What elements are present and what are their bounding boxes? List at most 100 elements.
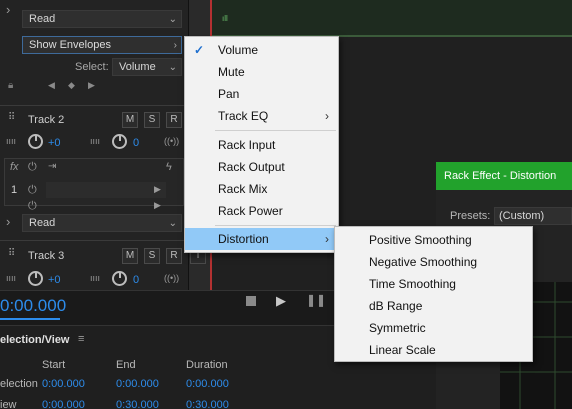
menu-item-label: Rack Input [218, 138, 276, 152]
stereo-icon[interactable]: ((•)) [164, 273, 179, 283]
chevron-down-icon: ⌄ [168, 14, 177, 25]
menu-item-positive-smoothing[interactable]: Positive Smoothing [335, 229, 532, 251]
track-2-volume-value[interactable]: +0 [48, 137, 61, 149]
menu-item-label: Symmetric [369, 321, 426, 335]
play-arrow-icon[interactable]: ▶ [154, 184, 161, 195]
expand-chevron-icon[interactable]: › [6, 214, 10, 229]
distortion-submenu: Positive Smoothing Negative Smoothing Ti… [334, 226, 533, 362]
add-keyframe-icon[interactable]: ◆ [68, 80, 75, 91]
play-icon[interactable]: ▶ [276, 293, 286, 309]
track-3-volume-knob[interactable] [28, 271, 43, 286]
track-3-pan-value[interactable]: 0 [133, 274, 139, 286]
power-icon[interactable]: ⏻ [28, 161, 37, 174]
menu-item-rack-power[interactable]: Rack Power [185, 200, 338, 222]
submenu-arrow-icon: › [325, 109, 329, 123]
track-3-name[interactable]: Track 3 [28, 250, 64, 262]
track-2-mute-button[interactable]: M [122, 112, 138, 128]
divider [0, 105, 188, 106]
selection-start[interactable]: 0:00.000 [42, 378, 85, 390]
menu-item-rack-output[interactable]: Rack Output [185, 156, 338, 178]
menu-item-symmetric[interactable]: Symmetric [335, 317, 532, 339]
track-3-pan-knob[interactable] [112, 271, 127, 286]
track-2-pan-knob[interactable] [112, 134, 127, 149]
show-envelopes-label: Show Envelopes [29, 39, 111, 51]
stop-icon[interactable] [246, 296, 256, 306]
menu-item-label: Mute [218, 65, 245, 79]
view-duration[interactable]: 0:30.000 [186, 399, 229, 409]
automation-mode-dropdown[interactable]: Read ⌄ [22, 10, 182, 28]
volume-meter-icon: ıııı [6, 136, 17, 146]
prev-keyframe-icon[interactable]: ◀ [48, 80, 55, 91]
menu-item-volume[interactable]: ✓ Volume [185, 39, 338, 61]
track-header-panel: › Read ⌄ Show Envelopes › Select: Volume ⌄ … [0, 0, 206, 290]
menu-item-db-range[interactable]: dB Range [335, 295, 532, 317]
track-2-volume-knob[interactable] [28, 134, 43, 149]
menu-item-label: Rack Power [218, 204, 283, 218]
fx-slot-1[interactable] [46, 182, 166, 198]
show-envelopes-dropdown[interactable]: Show Envelopes › [22, 36, 182, 54]
volume-meter-icon: ıııı [6, 273, 17, 283]
track-2-name[interactable]: Track 2 [28, 114, 64, 126]
menu-item-label: Track EQ [218, 109, 269, 123]
panel-menu-icon[interactable]: ≡ [78, 333, 84, 345]
expand-chevron-icon[interactable]: › [6, 2, 10, 17]
insert-icon[interactable]: ⇥ [48, 161, 56, 172]
track-2-record-button[interactable]: R [166, 112, 182, 128]
fx-slot-number: 1 [11, 184, 18, 196]
menu-item-label: Volume [218, 43, 259, 57]
select-label: Select: [75, 61, 109, 73]
presets-label: Presets: [450, 210, 491, 222]
menu-item-distortion[interactable]: Distortion › [185, 228, 338, 250]
time-display[interactable]: 0:00.000 [0, 296, 66, 316]
pause-icon[interactable]: ❚❚ [306, 293, 326, 307]
rack-effect-title: Rack Effect - Distortion [436, 162, 572, 190]
menu-item-label: Time Smoothing [369, 277, 456, 291]
menu-item-rack-mix[interactable]: Rack Mix [185, 178, 338, 200]
fx-slot-2-power-icon[interactable]: ⏻ [28, 200, 37, 213]
lightning-icon[interactable]: ϟ [166, 161, 172, 173]
menu-item-track-eq[interactable]: Track EQ › [185, 105, 338, 127]
selection-end[interactable]: 0:00.000 [116, 378, 159, 390]
menu-item-pan[interactable]: Pan [185, 83, 338, 105]
menu-item-label: Positive Smoothing [369, 233, 472, 247]
fx-icon[interactable]: fx [10, 161, 19, 173]
divider [0, 240, 188, 241]
presets-dropdown[interactable]: (Custom) [494, 207, 572, 225]
stereo-icon[interactable]: ((•)) [164, 136, 179, 146]
row-label-view: iew [0, 399, 17, 409]
next-keyframe-icon[interactable]: ▶ [88, 80, 95, 91]
menu-item-linear-scale[interactable]: Linear Scale [335, 339, 532, 361]
menu-item-mute[interactable]: Mute [185, 61, 338, 83]
lock-icon[interactable]: 🔒︎ [8, 80, 13, 91]
view-end[interactable]: 0:30.000 [116, 399, 159, 409]
checkmark-icon: ✓ [194, 43, 205, 57]
automation-mode-value-2: Read [29, 217, 56, 229]
menu-item-time-smoothing[interactable]: Time Smoothing [335, 273, 532, 295]
column-header-duration: Duration [186, 359, 228, 371]
track-2-pan-value[interactable]: 0 [133, 137, 139, 149]
automation-mode-dropdown-2[interactable]: Read ⌄ [22, 214, 182, 232]
grip-icon[interactable]: ⠿ [8, 248, 15, 259]
track-2-solo-button[interactable]: S [144, 112, 160, 128]
timeline-waveform-area[interactable] [212, 0, 572, 36]
track-3-volume-value[interactable]: +0 [48, 274, 61, 286]
play-arrow-icon[interactable]: ▶ [154, 200, 161, 211]
menu-item-label: Negative Smoothing [369, 255, 478, 269]
menu-item-label: Pan [218, 87, 240, 101]
pan-meter-icon: ıııı [90, 273, 101, 283]
selection-duration[interactable]: 0:00.000 [186, 378, 229, 390]
track-3-record-button[interactable]: R [166, 248, 182, 264]
time-underline [0, 318, 60, 320]
select-envelope-dropdown[interactable]: Volume ⌄ [112, 58, 182, 76]
grip-icon[interactable]: ⠿ [8, 112, 15, 123]
menu-item-label: Rack Output [218, 160, 285, 174]
menu-item-rack-input[interactable]: Rack Input [185, 134, 338, 156]
menu-item-negative-smoothing[interactable]: Negative Smoothing [335, 251, 532, 273]
track-3-mute-button[interactable]: M [122, 248, 138, 264]
pan-meter-icon: ıııı [90, 136, 101, 146]
view-start[interactable]: 0:00.000 [42, 399, 85, 409]
menu-separator [215, 225, 336, 226]
fx-slot-power-icon[interactable]: ⏻ [28, 184, 37, 197]
track-3-solo-button[interactable]: S [144, 248, 160, 264]
select-envelope-value: Volume [119, 61, 156, 73]
